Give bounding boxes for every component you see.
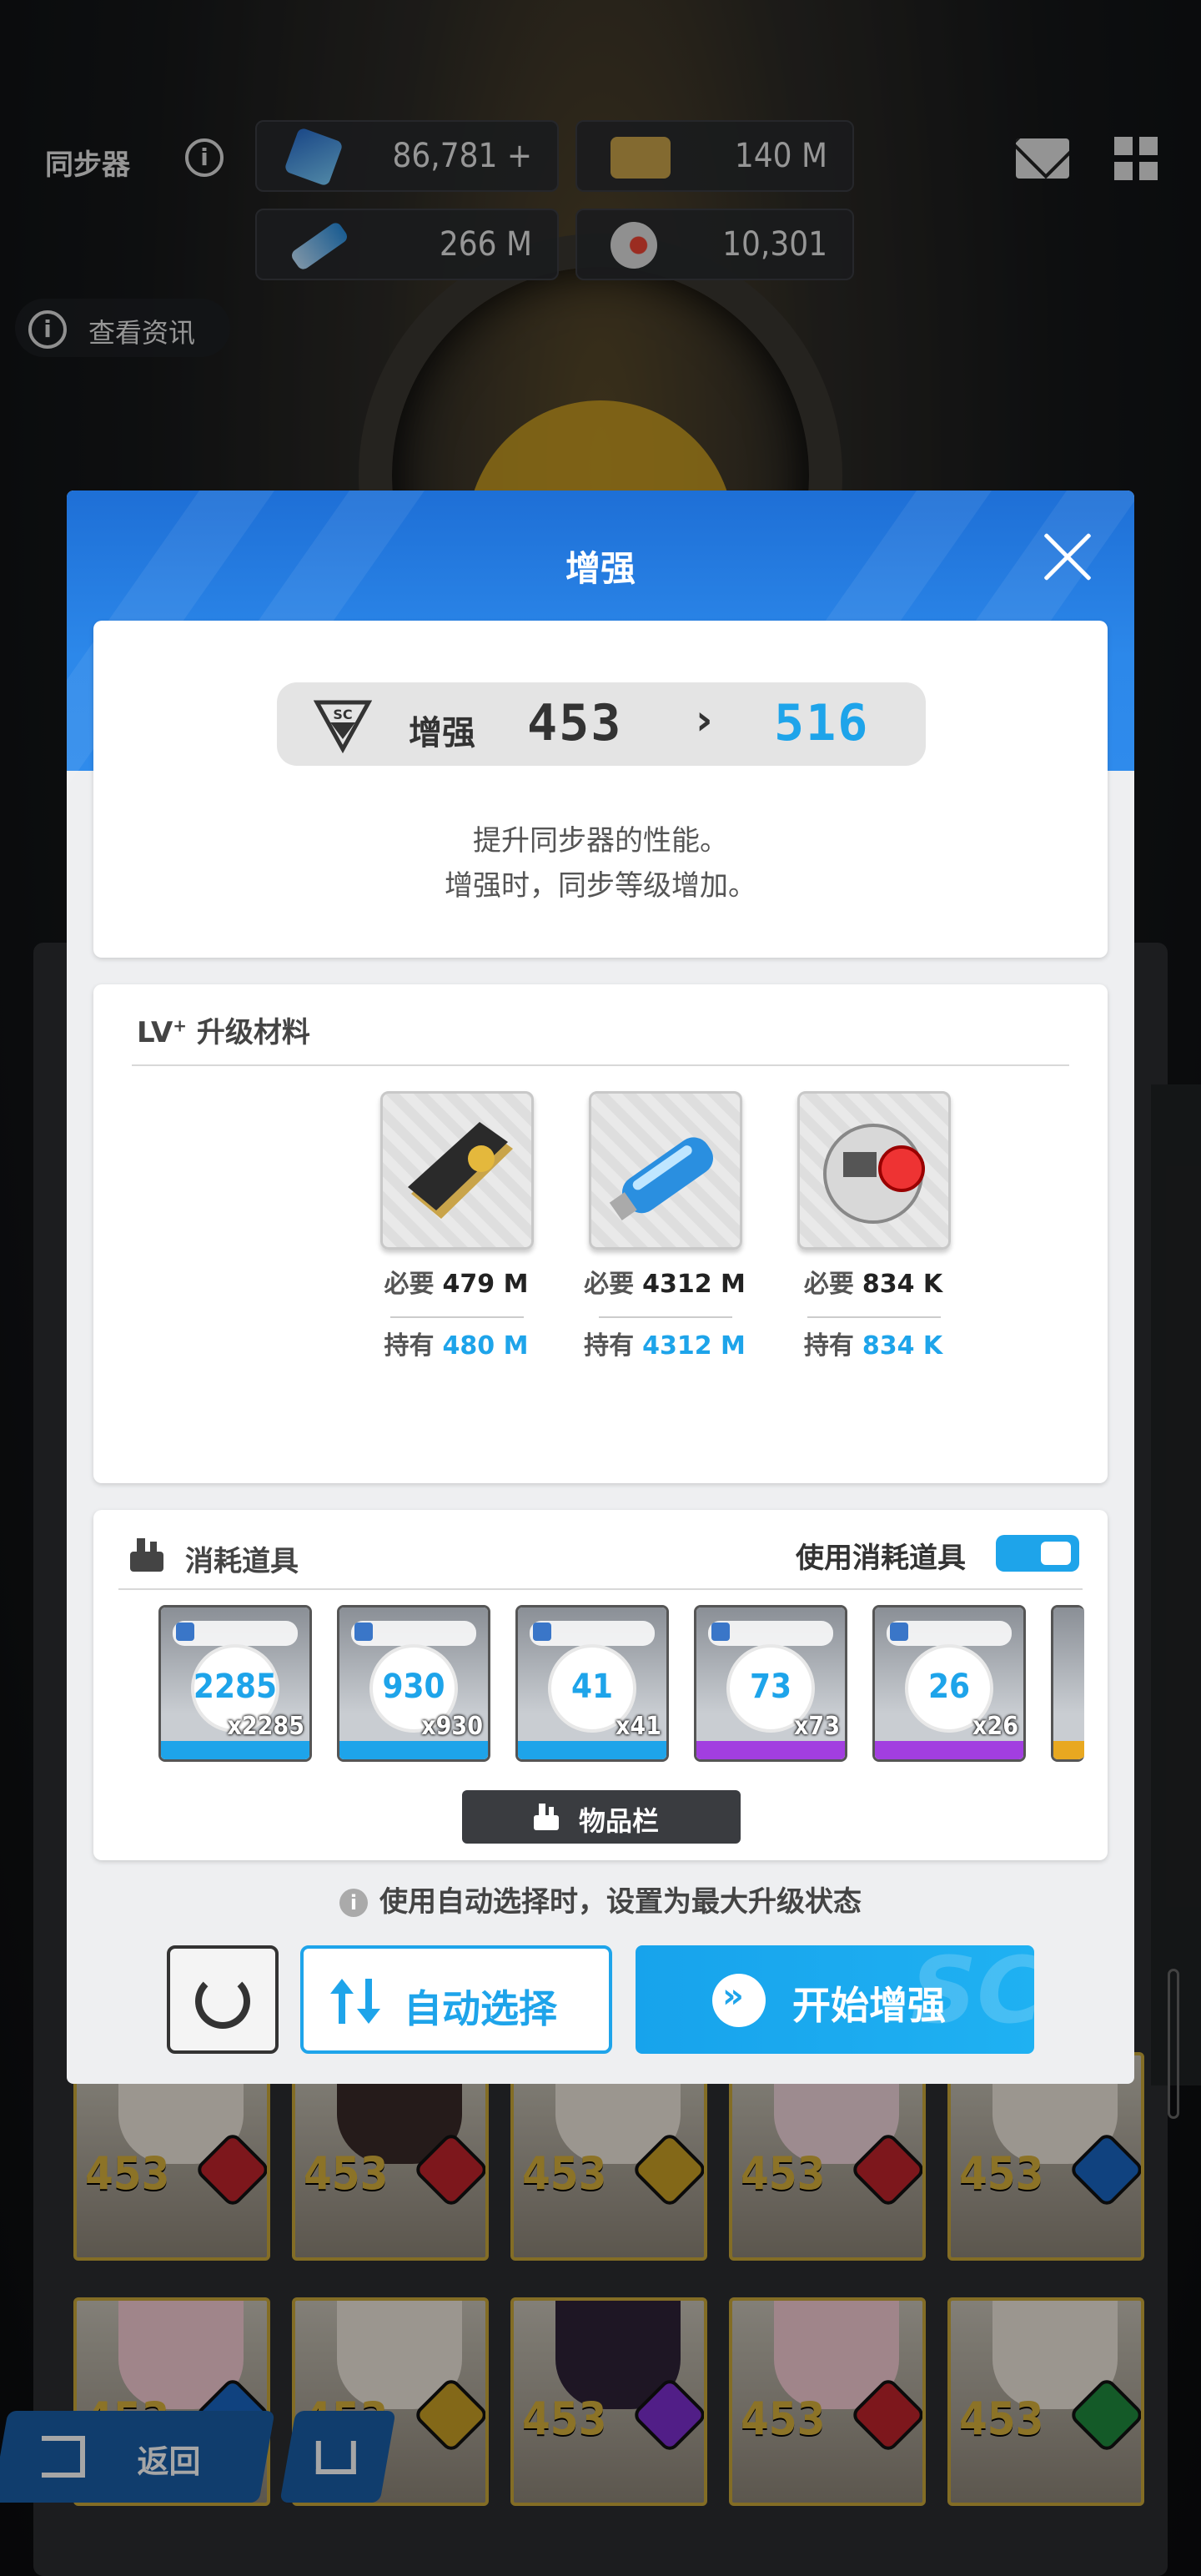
level-to: 516 <box>774 694 870 752</box>
level-label: 增强 <box>409 714 475 752</box>
divider <box>132 1064 1069 1066</box>
start-enhance-button[interactable]: SC » 开始增强 <box>636 1945 1034 2054</box>
level-from: 453 <box>527 694 623 752</box>
material-slot <box>589 1091 742 1250</box>
material-required: 必要 4312 M <box>584 1270 746 1299</box>
material-required: 必要 479 M <box>384 1270 529 1299</box>
material-slot <box>797 1091 951 1250</box>
use-consumables-label: 使用消耗道具 <box>796 1542 966 1575</box>
use-consumables-toggle[interactable] <box>996 1535 1079 1572</box>
consumable-item[interactable]: 2285 x2285 <box>158 1605 312 1762</box>
close-icon[interactable] <box>1041 531 1094 584</box>
divider <box>118 1588 1083 1590</box>
sc-badge-icon: SC <box>314 700 372 754</box>
auto-select-button[interactable]: 自动选择 <box>300 1945 612 2054</box>
gold-card-icon <box>408 1122 513 1219</box>
consumable-item[interactable]: 26 x26 <box>872 1605 1026 1762</box>
material-owned: 持有 834 K <box>803 1331 943 1361</box>
description-line: 提升同步器的性能。 <box>473 824 728 858</box>
dialog-title: 增强 <box>565 548 636 589</box>
start-enhance-label: 开始增强 <box>792 1983 946 2028</box>
consumable-item[interactable]: 41 x41 <box>515 1605 669 1762</box>
refresh-icon <box>195 1974 250 2029</box>
enhance-dialog: 增强 SC 增强 453 › 516 提升同步器的性能。 增强时，同步等级增加。… <box>67 491 1134 2084</box>
svg-text:SC: SC <box>333 707 352 722</box>
flask-icon <box>130 1538 163 1572</box>
material-required: 必要 834 K <box>803 1270 943 1299</box>
material-owned: 持有 4312 M <box>584 1331 746 1361</box>
materials-section: LV+ 升级材料 必要 479 M 持有 480 M 必要 4312 M 持有 … <box>93 984 1108 1483</box>
consumable-item[interactable]: 930 x930 <box>337 1605 490 1762</box>
info-icon: i <box>339 1889 368 1917</box>
description-line: 增强时，同步等级增加。 <box>445 869 756 903</box>
usb-drive-icon <box>609 1137 713 1221</box>
sort-arrows-icon <box>330 1979 380 2024</box>
level-change-pill: SC 增强 453 › 516 <box>277 682 926 766</box>
level-section: SC 增强 453 › 516 提升同步器的性能。 增强时，同步等级增加。 <box>93 621 1108 958</box>
chevron-right-icon: › <box>696 696 713 744</box>
consumable-item-partial[interactable] <box>1051 1605 1084 1762</box>
double-chevron-icon: » <box>712 1974 766 2027</box>
material-slot <box>380 1091 534 1250</box>
auto-select-label: 自动选择 <box>404 1986 557 2031</box>
inventory-button[interactable]: 物品栏 <box>462 1790 741 1844</box>
reset-button[interactable] <box>167 1945 279 2054</box>
consumable-item[interactable]: 73 x73 <box>694 1605 847 1762</box>
inventory-label: 物品栏 <box>579 1805 660 1837</box>
core-orb-icon <box>823 1124 925 1224</box>
consumables-section: 消耗道具 使用消耗道具 2285 x2285 930 x930 41 x41 7… <box>93 1510 1108 1860</box>
auto-select-hint: i 使用自动选择时，设置为最大升级状态 <box>67 1879 1134 1919</box>
flask-icon <box>534 1804 559 1830</box>
materials-header: LV+ 升级材料 <box>137 1015 310 1049</box>
consumables-header: 消耗道具 <box>185 1545 299 1578</box>
material-owned: 持有 480 M <box>384 1331 529 1361</box>
